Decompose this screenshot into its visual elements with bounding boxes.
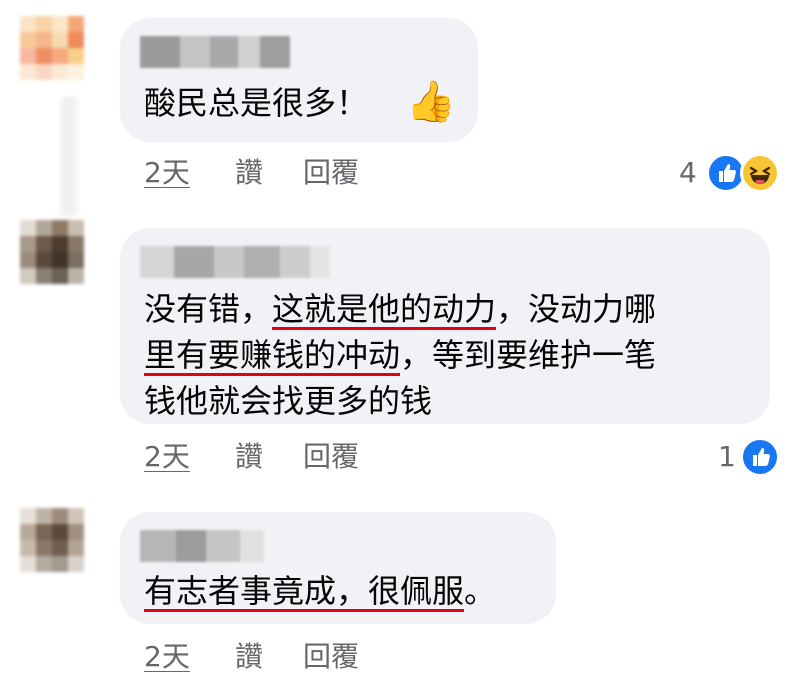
- commenter-name[interactable]: [140, 36, 290, 68]
- reply-button[interactable]: 回覆: [303, 640, 359, 674]
- thread-connector: [60, 96, 78, 216]
- avatar[interactable]: [20, 16, 100, 96]
- reaction-count[interactable]: 1: [718, 440, 736, 474]
- comment-text-line-2: 里有要赚钱的冲动，等到要维护一笔: [144, 336, 657, 374]
- reply-button[interactable]: 回覆: [303, 156, 359, 190]
- highlighted-text: 里有要赚钱的冲动: [144, 336, 401, 374]
- comment-text: 酸民总是很多！: [144, 84, 369, 122]
- like-reaction-icon: [740, 437, 780, 477]
- comment-text-line-3: 钱他就会找更多的钱: [144, 382, 433, 420]
- like-button[interactable]: 讚: [235, 156, 263, 190]
- thumbs-up-emoji: 👍: [406, 79, 456, 125]
- like-button[interactable]: 讚: [235, 640, 263, 674]
- highlighted-text: 有志者事竟成，很佩服: [144, 572, 465, 610]
- reaction-count[interactable]: 4: [679, 156, 697, 190]
- reply-button[interactable]: 回覆: [303, 440, 359, 474]
- like-button[interactable]: 讚: [235, 440, 263, 474]
- comment-timestamp[interactable]: 2天: [144, 440, 190, 474]
- highlighted-text: 这就是他的动力: [272, 290, 497, 328]
- comment-text-line-1: 没有错，这就是他的动力，没动力哪: [144, 290, 657, 328]
- comment-text: 有志者事竟成，很佩服。: [144, 572, 497, 610]
- comment-timestamp[interactable]: 2天: [144, 640, 190, 674]
- comment-bubble: 没有错，这就是他的动力，没动力哪 里有要赚钱的冲动，等到要维护一笔 钱他就会找更…: [120, 228, 770, 424]
- haha-reaction-icon: [740, 153, 780, 193]
- comment-bubble: 有志者事竟成，很佩服。: [120, 512, 556, 624]
- commenter-name[interactable]: [140, 246, 330, 278]
- avatar[interactable]: [20, 508, 100, 588]
- comment-bubble: 酸民总是很多！ 👍: [120, 18, 478, 142]
- comment-timestamp[interactable]: 2天: [144, 156, 190, 190]
- avatar[interactable]: [20, 220, 100, 300]
- commenter-name[interactable]: [140, 530, 264, 562]
